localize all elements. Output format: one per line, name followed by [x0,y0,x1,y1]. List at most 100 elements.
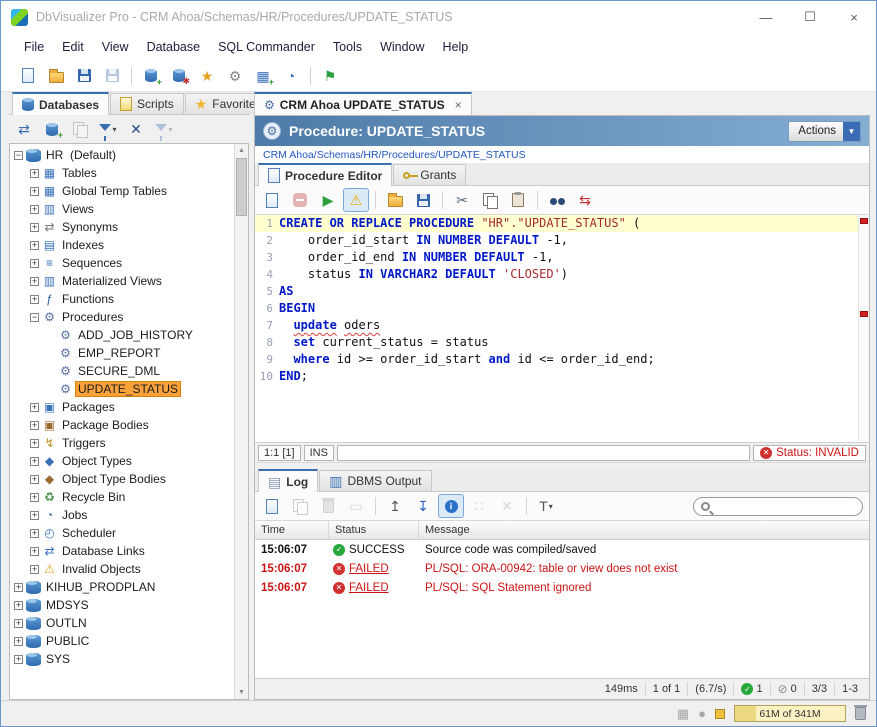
save-as-button[interactable] [410,188,436,212]
tree-item-invalid-objects[interactable]: +⚠Invalid Objects [10,560,234,578]
column-header-message[interactable]: Message [419,521,869,539]
reconnect-button[interactable]: ⇄ [11,117,37,141]
tree-item-kihub-prodplan[interactable]: +KIHUB_PRODPLAN [10,578,234,596]
expand-toggle[interactable]: + [30,277,39,286]
tree-item-package-bodies[interactable]: +▣Package Bodies [10,416,234,434]
tree-item-packages[interactable]: +▣Packages [10,398,234,416]
log-search[interactable] [693,497,863,516]
tree-item-synonyms[interactable]: +⇄Synonyms [10,218,234,236]
tree-item-global-temp-tables[interactable]: +▦Global Temp Tables [10,182,234,200]
log-row[interactable]: 15:06:07✕FAILEDPL/SQL: SQL Statement ign… [255,578,869,597]
clear-filter-button[interactable]: ✕ [123,117,149,141]
tree-item-scheduler[interactable]: +◴Scheduler [10,524,234,542]
error-marker[interactable] [860,218,868,224]
scroll-bottom-button[interactable]: ↧ [410,494,436,518]
tree-item-functions[interactable]: +ƒFunctions [10,290,234,308]
tree-item-object-types[interactable]: +◆Object Types [10,452,234,470]
expand-toggle[interactable]: + [30,223,39,232]
font-size-button[interactable]: T▾ [533,494,559,518]
menu-database[interactable]: Database [138,33,210,60]
log-row[interactable]: 15:06:07✓SUCCESSSource code was compiled… [255,540,869,559]
expand-toggle[interactable]: + [14,619,23,628]
expand-toggle[interactable]: + [30,565,39,574]
expand-toggle[interactable]: + [30,403,39,412]
tree-item-add-job-history[interactable]: ⚙ADD_JOB_HISTORY [10,326,234,344]
tree-item-recycle-bin[interactable]: +♻Recycle Bin [10,488,234,506]
new-file-button[interactable] [15,64,41,88]
sql-commander-button[interactable]: ★ [194,64,220,88]
tree-item-database-links[interactable]: +⇄Database Links [10,542,234,560]
tab-grants[interactable]: Grants [393,164,466,185]
menu-help[interactable]: Help [434,33,478,60]
bookmark-flag-button[interactable]: ⚑ [317,64,343,88]
tree-item-outln[interactable]: +OUTLN [10,614,234,632]
menu-tools[interactable]: Tools [324,33,371,60]
scroll-top-button[interactable]: ↥ [382,494,408,518]
log-row[interactable]: 15:06:07✕FAILEDPL/SQL: ORA-00942: table … [255,559,869,578]
tool-properties-button[interactable]: ⚙ [222,64,248,88]
tab-dbms-output[interactable]: ▥DBMS Output [319,470,431,491]
collapse-toggle[interactable]: − [14,151,23,160]
scroll-down-arrow[interactable]: ▼ [235,686,248,699]
tree-item-indexes[interactable]: +▤Indexes [10,236,234,254]
expand-toggle[interactable]: + [14,583,23,592]
menu-view[interactable]: View [93,33,138,60]
create-connection-button[interactable]: + [39,117,65,141]
close-button[interactable]: × [832,1,876,33]
expand-toggle[interactable]: + [30,475,39,484]
export-log-button[interactable] [259,494,285,518]
tab-procedure-editor[interactable]: Procedure Editor [258,163,392,186]
scrollbar-thumb[interactable] [236,158,247,216]
expand-toggle[interactable]: + [30,295,39,304]
auto-scroll-info-button[interactable] [438,494,464,518]
monitor-button[interactable]: ◔ [278,64,304,88]
tree-item-sequences[interactable]: +≡Sequences [10,254,234,272]
column-header-time[interactable]: Time [255,521,329,539]
expand-toggle[interactable]: + [30,241,39,250]
scroll-up-arrow[interactable]: ▲ [235,144,248,157]
execute-button[interactable]: ▶ [315,188,341,212]
save-button[interactable] [71,64,97,88]
connections-button[interactable]: ✱ [166,64,192,88]
compare-button[interactable]: ⇆ [572,188,598,212]
expand-toggle[interactable]: + [30,169,39,178]
save-procedure-button[interactable] [259,188,285,212]
trash-icon[interactable] [855,707,866,720]
search-input[interactable] [715,500,855,512]
minimize-button[interactable]: — [744,1,788,33]
error-marker[interactable] [860,311,868,317]
expand-toggle[interactable]: + [30,547,39,556]
memory-indicator[interactable]: 61M of 341M [734,705,846,722]
expand-toggle[interactable]: + [14,637,23,646]
find-button[interactable] [544,188,570,212]
paste-button[interactable] [505,188,531,212]
menu-window[interactable]: Window [371,33,433,60]
tree-item-views[interactable]: +▥Views [10,200,234,218]
open-button[interactable] [382,188,408,212]
expand-toggle[interactable]: + [14,655,23,664]
expand-toggle[interactable]: + [30,187,39,196]
copy-button[interactable] [477,188,503,212]
filter-button[interactable]: ▾ [95,117,121,141]
expand-toggle[interactable]: + [30,529,39,538]
menu-sql-commander[interactable]: SQL Commander [209,33,324,60]
tree-item-secure-dml[interactable]: ⚙SECURE_DML [10,362,234,380]
actions-button[interactable]: Actions ▼ [788,121,861,142]
tab-scripts[interactable]: Scripts [110,93,184,114]
tree-scrollbar[interactable]: ▲ ▼ [234,144,248,699]
tree-item-triggers[interactable]: +↯Triggers [10,434,234,452]
column-header-status[interactable]: Status [329,521,419,539]
expand-toggle[interactable]: + [30,205,39,214]
tab-close-icon[interactable]: × [455,98,462,112]
expand-toggle[interactable]: + [30,511,39,520]
tree-item-tables[interactable]: +▦Tables [10,164,234,182]
expand-toggle[interactable]: + [30,457,39,466]
tab-crm-ahoa-update-status[interactable]: ⚙ CRM Ahoa UPDATE_STATUS × [254,92,472,115]
expand-toggle[interactable]: + [30,493,39,502]
expand-toggle[interactable]: + [30,439,39,448]
menu-file[interactable]: File [15,33,53,60]
tree-item-procedures[interactable]: −⚙Procedures [10,308,234,326]
tab-databases[interactable]: Databases [12,92,109,115]
tree-item-materialized-views[interactable]: +▥Materialized Views [10,272,234,290]
expand-toggle[interactable]: + [30,421,39,430]
